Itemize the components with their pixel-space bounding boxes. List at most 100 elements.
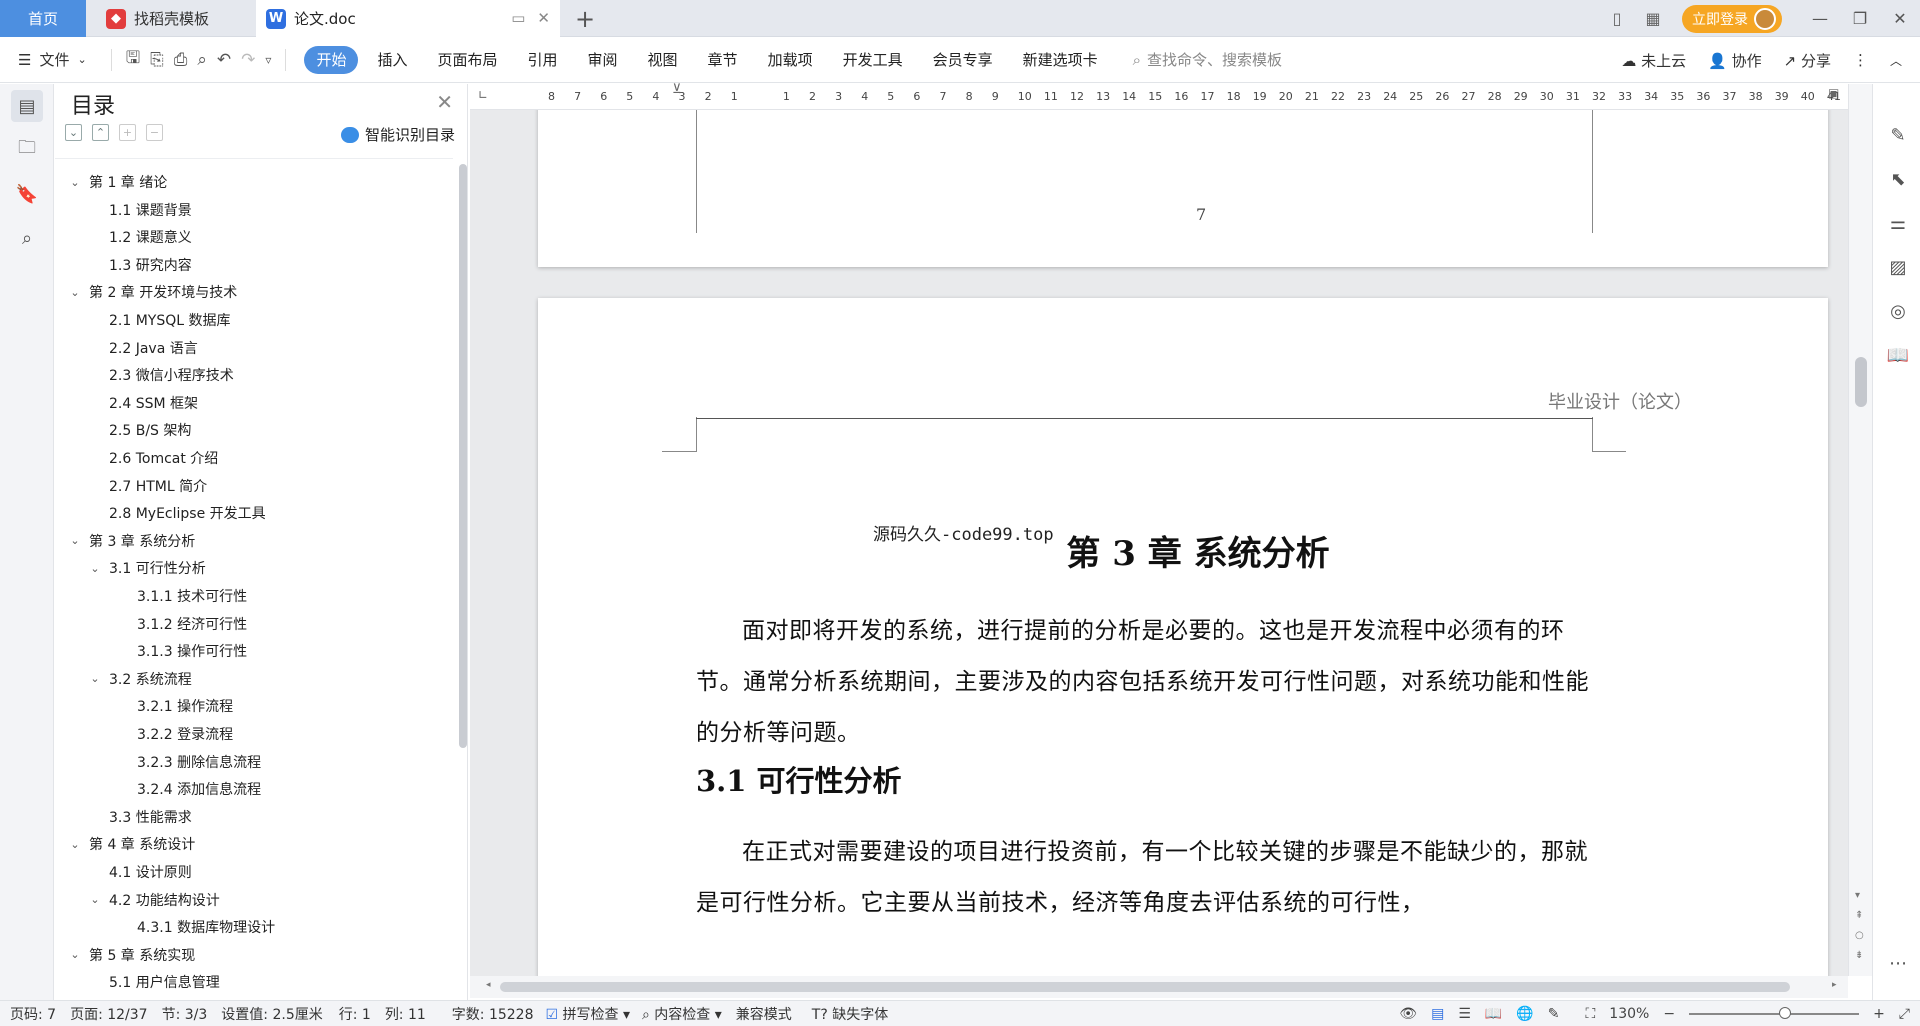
- missing-font-button[interactable]: T? 缺失字体: [812, 1004, 888, 1024]
- spell-check-button[interactable]: ☑ 拼写检查 ▾: [546, 1004, 631, 1024]
- ribbon-tab[interactable]: 会员专享: [918, 49, 1008, 70]
- write-mode-icon[interactable]: ✎: [1548, 1006, 1560, 1022]
- toc-item[interactable]: 1.1 课题背景: [109, 197, 192, 223]
- ribbon-tab[interactable]: 审阅: [573, 49, 633, 70]
- status-col[interactable]: 列: 11: [385, 1004, 426, 1024]
- zoom-in-icon[interactable]: +: [1873, 1006, 1885, 1022]
- toc-item[interactable]: ⌄ 4.2 功能结构设计: [87, 887, 219, 913]
- remove-heading-icon[interactable]: −: [146, 124, 163, 141]
- zoom-slider[interactable]: [1689, 1007, 1860, 1019]
- tab-pin-icon[interactable]: ▭: [511, 9, 525, 27]
- next-page-icon[interactable]: ⇟: [1855, 950, 1863, 961]
- toc-item[interactable]: ⌄ 3.2 系统流程: [87, 666, 191, 692]
- toc-item[interactable]: ⌄ 第 3 章 系统分析: [67, 528, 195, 554]
- toc-item[interactable]: 3.1.2 经济可行性: [137, 611, 247, 637]
- toc-item[interactable]: 4.3.1 数据库物理设计: [137, 914, 275, 940]
- reading-view-icon[interactable]: 📖: [1485, 1006, 1502, 1022]
- toc-item[interactable]: 2.7 HTML 简介: [109, 473, 207, 499]
- select-cursor-icon[interactable]: ⬉: [1885, 166, 1911, 192]
- close-icon[interactable]: ✕: [436, 90, 453, 114]
- close-window-icon[interactable]: ✕: [1880, 9, 1920, 28]
- restore-icon[interactable]: ❐: [1840, 9, 1880, 28]
- ribbon-tab[interactable]: 开发工具: [828, 49, 918, 70]
- document-canvas[interactable]: 7 毕业设计（论文） 源码久久-code99.top 第 3 章 系统分析 面对…: [470, 110, 1848, 976]
- status-section[interactable]: 节: 3/3: [162, 1004, 208, 1024]
- content-check-button[interactable]: ⌕ 内容检查 ▾: [642, 1004, 722, 1024]
- chevron-down-icon[interactable]: ⌄: [67, 948, 83, 961]
- more-icon[interactable]: ⋮: [1853, 51, 1868, 69]
- toc-item[interactable]: 2.1 MYSQL 数据库: [109, 307, 231, 333]
- toc-item[interactable]: 2.2 Java 语言: [109, 335, 198, 361]
- status-pages[interactable]: 页面: 12/37: [70, 1004, 148, 1024]
- toc-item[interactable]: 3.1.1 技术可行性: [137, 583, 247, 609]
- scroll-right-icon[interactable]: ▸: [1832, 980, 1837, 990]
- ribbon-tab[interactable]: 加载项: [753, 49, 828, 70]
- toc-item[interactable]: ⌄ 3.1 可行性分析: [87, 555, 205, 581]
- toc-scrollbar[interactable]: [459, 164, 467, 748]
- toc-item[interactable]: 3.2.3 删除信息流程: [137, 749, 261, 775]
- toc-item[interactable]: 2.5 B/S 架构: [109, 417, 191, 443]
- customize-qa-icon[interactable]: ▿: [265, 53, 271, 67]
- smart-toc-button[interactable]: 智能识别目录: [340, 124, 455, 145]
- pen-icon[interactable]: ✎: [1885, 122, 1911, 148]
- share-button[interactable]: ↗ 分享: [1784, 50, 1831, 71]
- chevron-down-icon[interactable]: ⌄: [67, 838, 83, 851]
- print-icon[interactable]: ⎙: [174, 50, 188, 70]
- add-heading-icon[interactable]: +: [119, 124, 136, 141]
- new-tab-button[interactable]: +: [570, 0, 600, 37]
- zoom-out-icon[interactable]: −: [1663, 1006, 1675, 1022]
- ribbon-tab[interactable]: 开始: [304, 45, 359, 74]
- toc-item[interactable]: 1.2 课题意义: [109, 224, 192, 250]
- toc-item[interactable]: 4.1 设计原则: [109, 859, 192, 885]
- toc-item[interactable]: ⌄ 第 2 章 开发环境与技术: [67, 279, 237, 305]
- chapter-nav-icon[interactable]: 🗀: [11, 134, 43, 166]
- ribbon-tab[interactable]: 视图: [633, 49, 693, 70]
- search-icon[interactable]: ⌕: [11, 222, 43, 254]
- toc-item[interactable]: ⌄ 第 1 章 绪论: [67, 169, 167, 195]
- print-preview-icon[interactable]: ⌕: [197, 50, 207, 70]
- toc-item[interactable]: 2.6 Tomcat 介绍: [109, 445, 218, 471]
- toc-item[interactable]: 3.1.3 操作可行性: [137, 638, 247, 664]
- status-word-count[interactable]: 字数: 15228: [452, 1004, 534, 1024]
- undo-icon[interactable]: ↶: [217, 50, 231, 70]
- toc-item[interactable]: 2.8 MyEclipse 开发工具: [109, 500, 266, 526]
- export-pdf-icon[interactable]: ⎘: [150, 50, 164, 70]
- indent-marker-icon[interactable]: ⊻: [672, 82, 682, 97]
- tab-home[interactable]: 首页: [0, 0, 86, 37]
- tab-templates[interactable]: ◆ 找稻壳模板: [88, 0, 254, 37]
- chevron-down-icon[interactable]: ⌄: [87, 562, 103, 575]
- ai-assistant-icon[interactable]: ◎: [1885, 298, 1911, 324]
- ribbon-tab[interactable]: 页面布局: [422, 49, 512, 70]
- chevron-down-icon[interactable]: ⌄: [67, 286, 83, 299]
- ribbon-tab[interactable]: 章节: [693, 49, 753, 70]
- login-button[interactable]: 立即登录: [1682, 4, 1782, 33]
- redo-icon[interactable]: ↷: [241, 50, 255, 70]
- toc-item[interactable]: ⌄ 第 5 章 系统实现: [67, 942, 195, 968]
- toc-item[interactable]: 3.2.1 操作流程: [137, 693, 233, 719]
- toc-item[interactable]: ⌄ 第 4 章 系统设计: [67, 831, 195, 857]
- browse-object-icon[interactable]: ○: [1855, 930, 1864, 941]
- bookmark-icon[interactable]: 🔖: [11, 178, 43, 210]
- eye-protection-icon[interactable]: 👁: [1399, 1006, 1417, 1022]
- command-search[interactable]: ⌕ 查找命令、搜索模板: [1133, 49, 1282, 70]
- collapse-all-icon[interactable]: ⌃: [92, 124, 109, 141]
- layout-icon[interactable]: ▯: [1604, 6, 1630, 32]
- tab-close-icon[interactable]: ✕: [537, 9, 550, 27]
- ruler-toggle-icon[interactable]: ▣: [1828, 86, 1839, 100]
- ribbon-tab[interactable]: 新建选项卡: [1008, 49, 1113, 70]
- status-setting[interactable]: 设置值: 2.5厘米: [221, 1004, 322, 1024]
- scroll-left-icon[interactable]: ◂: [486, 980, 491, 990]
- fit-page-icon[interactable]: ⛶: [1585, 1006, 1595, 1022]
- ribbon-tab[interactable]: 引用: [513, 49, 573, 70]
- more-icon[interactable]: ⋯: [1885, 950, 1911, 976]
- tab-document[interactable]: W 论文.doc ▭ ✕: [256, 0, 560, 37]
- zoom-level[interactable]: 130%: [1609, 1006, 1649, 1022]
- status-page[interactable]: 页码: 7: [10, 1004, 56, 1024]
- toc-item[interactable]: 2.4 SSM 框架: [109, 390, 198, 416]
- web-view-icon[interactable]: 🌐: [1516, 1006, 1533, 1022]
- zoom-slider-knob[interactable]: [1779, 1007, 1792, 1019]
- toc-item[interactable]: 2.3 微信小程序技术: [109, 362, 234, 388]
- toc-item[interactable]: 3.3 性能需求: [109, 804, 192, 830]
- scroll-thumb[interactable]: [1855, 357, 1867, 407]
- save-icon[interactable]: 🖫: [126, 45, 140, 74]
